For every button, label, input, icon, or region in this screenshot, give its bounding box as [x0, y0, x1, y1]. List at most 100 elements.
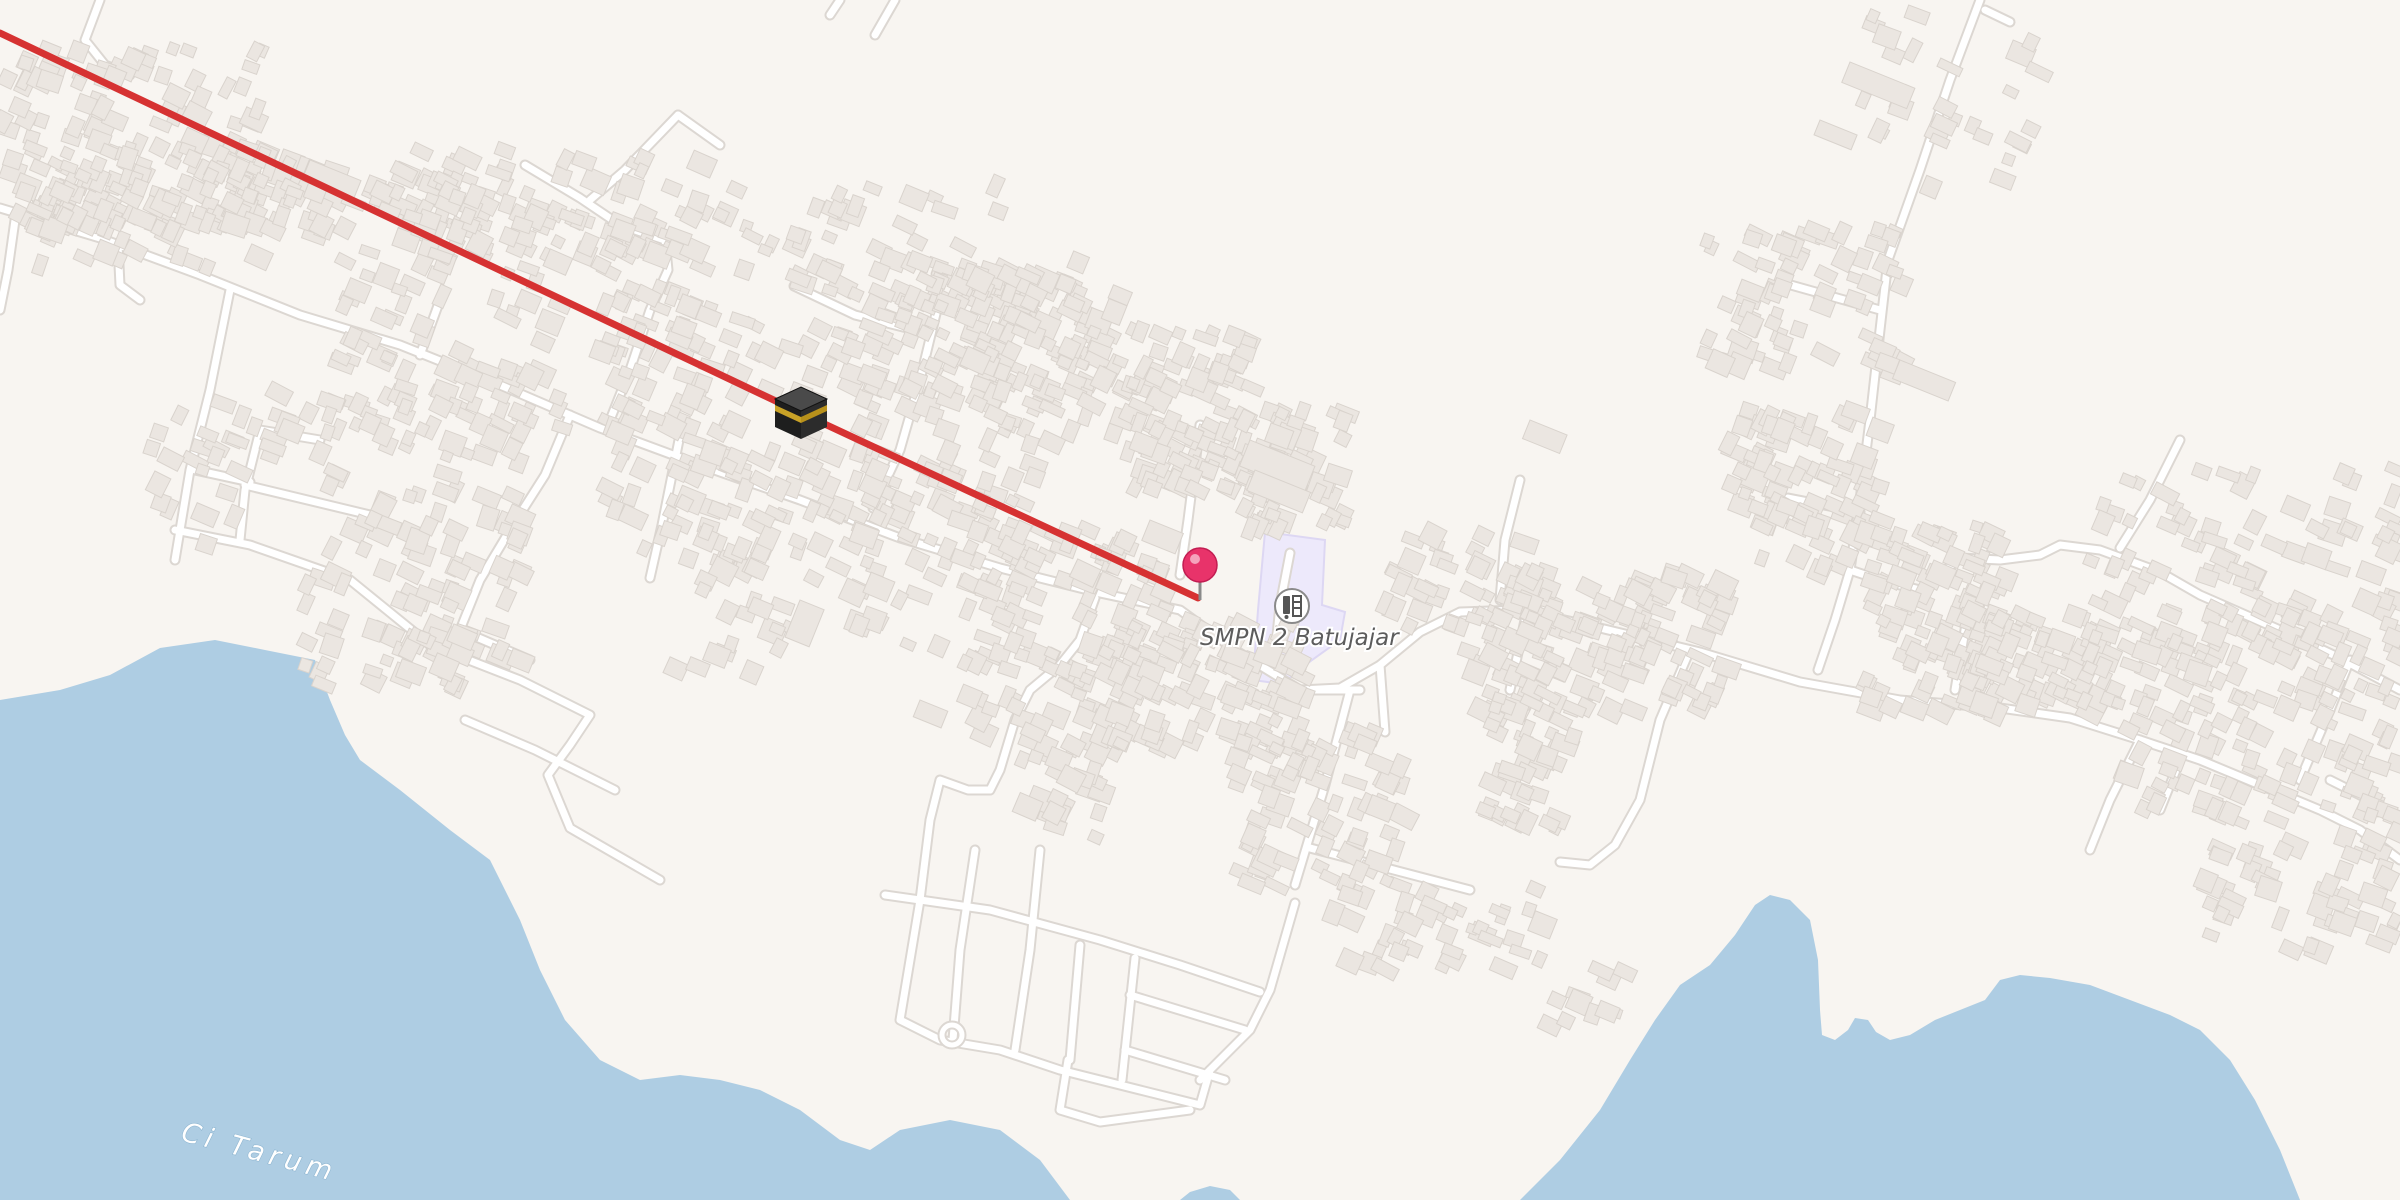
building-footprint: [1852, 246, 1874, 271]
building-footprint: [2194, 767, 2212, 786]
building-footprint: [2260, 533, 2289, 556]
building-footprint: [1754, 256, 1776, 274]
building-footprint: [264, 380, 295, 407]
building-footprint: [2231, 738, 2249, 754]
building-footprint: [2337, 701, 2367, 722]
building-footprint: [209, 393, 238, 415]
building-footprint: [936, 438, 962, 467]
building-footprint: [142, 438, 162, 458]
building-footprint: [460, 171, 480, 187]
building-footprint: [2323, 495, 2352, 522]
building-footprint: [1521, 419, 1568, 455]
building-footprint: [733, 258, 756, 282]
building-footprint: [372, 557, 397, 583]
building-footprint: [431, 283, 453, 310]
building-footprint: [645, 409, 667, 427]
building-footprint: [2383, 460, 2400, 481]
building-footprint: [977, 427, 999, 453]
building-footprint: [1435, 557, 1459, 575]
building-footprint: [1147, 323, 1174, 346]
map-canvas[interactable]: SMPN 2 Batujajar Ci Tarum: [0, 0, 2400, 1200]
building-footprint: [740, 227, 764, 246]
building-footprint: [912, 699, 949, 729]
building-footprint: [662, 656, 690, 682]
building-footprint: [621, 482, 642, 508]
building-footprint: [677, 547, 700, 570]
building-footprint: [2001, 83, 2020, 100]
building-footprint: [2277, 938, 2305, 962]
building-footprint: [2279, 494, 2312, 523]
building-footprint: [738, 659, 765, 686]
building-footprint: [862, 180, 883, 197]
building-footprint: [820, 229, 839, 245]
building-footprint: [2190, 461, 2213, 482]
building-footprint: [891, 214, 919, 236]
building-footprint: [1011, 370, 1030, 393]
building-footprint: [1789, 319, 1809, 339]
building-footprint: [369, 306, 399, 331]
building-footprint: [319, 423, 336, 442]
building-footprint: [2104, 554, 2126, 579]
building-footprint: [825, 556, 852, 578]
building-footprint: [295, 631, 319, 653]
building-footprint: [241, 59, 261, 76]
building-footprint: [763, 441, 782, 462]
building-footprint: [332, 215, 357, 241]
building-footprint: [2242, 508, 2268, 536]
building-footprint: [1435, 922, 1459, 947]
building-footprint: [2244, 465, 2262, 485]
building-footprint: [296, 591, 316, 616]
building-footprint: [2082, 552, 2101, 570]
building-footprint: [165, 41, 181, 57]
building-footprint: [2385, 820, 2400, 848]
building-footprint: [1488, 955, 1519, 981]
building-footprint: [243, 243, 275, 272]
building-footprint: [922, 566, 948, 588]
building-footprint: [1972, 127, 1994, 146]
building-footprint: [1813, 554, 1834, 578]
building-footprint: [1830, 244, 1859, 274]
building-footprint: [1509, 531, 1540, 556]
building-footprint: [1036, 429, 1067, 456]
building-footprint: [320, 535, 343, 561]
building-footprint: [1364, 751, 1395, 776]
school-icon[interactable]: [1274, 588, 1310, 624]
building-footprint: [996, 659, 1022, 680]
building-footprint: [1974, 580, 1997, 607]
building-footprint: [358, 267, 376, 284]
building-footprint: [571, 149, 598, 172]
building-footprint: [715, 598, 741, 626]
building-footprint: [985, 173, 1007, 199]
building-footprint: [610, 450, 630, 473]
building-footprint: [148, 136, 172, 159]
building-footprint: [1813, 263, 1839, 286]
building-footprint: [1809, 341, 1841, 367]
building-footprint: [958, 597, 978, 622]
building-footprint: [806, 531, 834, 559]
building-footprint: [1777, 351, 1798, 375]
building-footprint: [2353, 677, 2369, 694]
building-footprint: [1000, 466, 1025, 493]
building-footprint: [725, 179, 748, 200]
building-footprint: [2277, 680, 2296, 697]
lake-east: [1520, 895, 2300, 1200]
building-footprint: [628, 456, 657, 484]
building-footprint: [1813, 119, 1858, 151]
map-layer[interactable]: SMPN 2 Batujajar Ci Tarum: [0, 0, 2400, 1200]
building-footprint: [2118, 472, 2138, 490]
building-footprint: [148, 422, 170, 443]
building-footprint: [1753, 548, 1770, 568]
building-footprint: [189, 502, 221, 529]
building-footprint: [486, 288, 505, 309]
building-footprint: [1785, 543, 1813, 571]
building-footprint: [2355, 559, 2387, 587]
building-footprint: [1713, 673, 1729, 690]
building-footprint: [153, 65, 173, 86]
building-footprint: [170, 404, 190, 426]
building-footprint: [1619, 698, 1649, 722]
building-footprint: [685, 149, 719, 179]
building-footprint: [333, 251, 357, 272]
building-footprint: [72, 248, 97, 268]
building-footprint: [1171, 325, 1187, 341]
building-footprint: [2210, 711, 2234, 734]
